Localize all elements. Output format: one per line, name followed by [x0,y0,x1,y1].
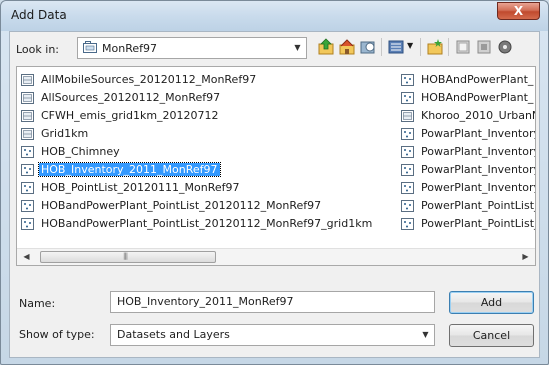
list-item[interactable]: HOBAndPowerPlant_ [399,71,535,89]
point-feature-class-icon [21,218,34,230]
point-feature-class-icon [401,128,414,140]
cancel-button[interactable]: Cancel [449,324,534,347]
dialog-title: Add Data [11,8,67,22]
show-of-type-dropdown[interactable]: Datasets and Layers ▼ [110,324,435,346]
view-menu-arrow-icon[interactable]: ▼ [407,41,413,50]
toolbar-separator [381,38,382,56]
toolbar-separator [448,38,449,56]
point-feature-class-icon [401,182,414,194]
point-feature-class-icon [401,92,414,104]
table-dataset-icon [21,92,34,104]
options-icon[interactable] [496,38,514,56]
look-in-label: Look in: [16,43,59,56]
look-in-value: MonRef97 [102,42,157,55]
list-item[interactable]: PowerPlant_PointList_ [399,215,535,233]
point-feature-class-icon [21,182,34,194]
up-folder-icon[interactable] [317,38,335,56]
list-item[interactable]: PowarPlant_Inventory [399,143,535,161]
home-icon[interactable] [338,38,356,56]
horizontal-scrollbar[interactable]: ◀ ||| ▶ [17,248,535,265]
scroll-right-icon[interactable]: ▶ [517,249,534,265]
list-item-selected[interactable]: HOB_Inventory_2011_MonRef97 [19,161,374,179]
list-item[interactable]: PowerPlant_PointList_ [399,197,535,215]
file-column-2: HOBAndPowerPlant_ HOBAndPowerPlant_ Khor… [399,71,535,233]
folder-icon [83,41,97,53]
name-label: Name: [19,297,56,310]
list-item[interactable]: HOBandPowerPlant_PointList_20120112_MonR… [19,197,374,215]
add-data-dialog: Add Data X Look in: MonRef97 ▼ ▼ AllMobi… [0,0,549,365]
point-feature-class-icon [401,200,414,212]
list-item[interactable]: HOBandPowerPlant_PointList_20120112_MonR… [19,215,374,233]
disconnect-icon[interactable] [454,38,472,56]
point-feature-class-icon [401,74,414,86]
scrollbar-thumb[interactable]: ||| [40,251,216,263]
file-list[interactable]: AllMobileSources_20120112_MonRef97 AllSo… [16,66,536,266]
table-dataset-icon [401,110,414,122]
list-item[interactable]: PowarPlant_Inventory [399,161,535,179]
point-feature-class-icon [401,218,414,230]
toolbar-separator [420,38,421,56]
view-list-icon[interactable] [387,38,405,56]
file-column-1: AllMobileSources_20120112_MonRef97 AllSo… [19,71,374,233]
list-item[interactable]: Khoroo_2010_UrbanN [399,107,535,125]
catalog-icon[interactable] [359,38,377,56]
new-folder-icon[interactable] [426,38,444,56]
list-item[interactable]: AllMobileSources_20120112_MonRef97 [19,71,374,89]
point-feature-class-icon [21,146,34,158]
show-of-type-label: Show of type: [19,328,95,341]
list-item[interactable]: HOB_Chimney [19,143,374,161]
point-feature-class-icon [21,200,34,212]
table-dataset-icon [21,110,34,122]
dialog-body: Look in: MonRef97 ▼ ▼ AllMobileSources_2… [9,31,540,358]
table-dataset-icon [21,74,34,86]
point-feature-class-icon [401,164,414,176]
close-button[interactable]: X [497,2,540,20]
list-item[interactable]: CFWH_emis_grid1km_20120712 [19,107,374,125]
list-item[interactable]: HOB_PointList_20120111_MonRef97 [19,179,374,197]
point-feature-class-icon [401,146,414,158]
show-of-type-value: Datasets and Layers [117,328,230,341]
title-bar[interactable]: Add Data X [1,1,548,31]
scroll-left-icon[interactable]: ◀ [18,249,35,265]
point-feature-class-icon [21,164,34,176]
grip-icon: ||| [123,252,128,260]
list-item[interactable]: HOBAndPowerPlant_ [399,89,535,107]
list-item[interactable]: PowerPlant_Inventory [399,179,535,197]
look-in-dropdown[interactable]: MonRef97 ▼ [77,37,307,59]
name-input[interactable]: HOB_Inventory_2011_MonRef97 [110,291,435,313]
list-item[interactable]: Grid1km [19,125,374,143]
list-item[interactable]: AllSources_20120112_MonRef97 [19,89,374,107]
connect-icon[interactable] [475,38,493,56]
chevron-down-icon[interactable]: ▼ [417,325,434,345]
list-item[interactable]: PowarPlant_Inventory [399,125,535,143]
table-dataset-icon [21,128,34,140]
add-button[interactable]: Add [449,291,534,314]
chevron-down-icon[interactable]: ▼ [289,38,306,58]
